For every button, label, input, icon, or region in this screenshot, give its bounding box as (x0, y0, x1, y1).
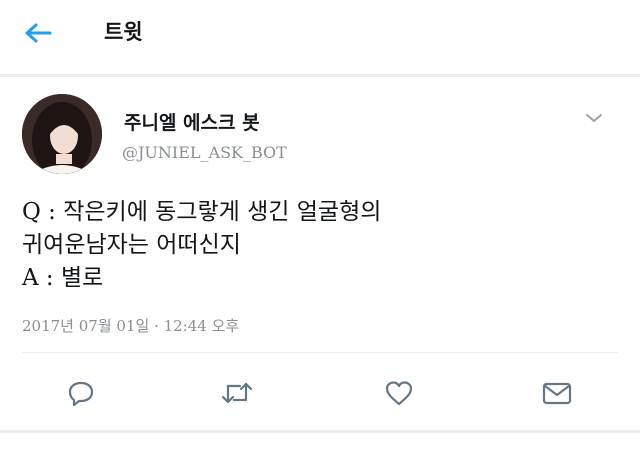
envelope-icon (542, 382, 572, 405)
more-options-button[interactable] (582, 108, 606, 128)
retweet-button[interactable] (220, 376, 254, 410)
tweet-timestamp: 2017년 07월 01일 · 12:44 오후 (22, 317, 240, 335)
heart-icon (385, 381, 413, 406)
reply-icon (68, 381, 94, 407)
content-divider (22, 352, 618, 353)
page-title: 트윗 (104, 20, 143, 44)
tweet-text-line: 귀여운남자는 어떠신지 (22, 232, 241, 258)
avatar-photo (22, 94, 102, 174)
reply-button[interactable] (64, 376, 98, 410)
tweet-text: Q : 작은키에 동그랗게 생긴 얼굴형의 귀여운남자는 어떠신지 A : 별로 (22, 196, 602, 295)
share-button[interactable] (540, 376, 574, 410)
retweet-icon (221, 382, 253, 404)
avatar[interactable] (22, 94, 102, 174)
chevron-down-icon (586, 114, 602, 122)
bottom-divider (0, 430, 640, 433)
author-name[interactable]: 주니엘 에스크 봇 (124, 110, 260, 136)
like-button[interactable] (382, 376, 416, 410)
arrow-left-icon (25, 23, 52, 43)
header-divider (0, 74, 640, 77)
author-handle[interactable]: @JUNIEL_ASK_BOT (122, 142, 287, 164)
top-bar: 트윗 (0, 0, 640, 74)
tweet-text-line: A : 별로 (22, 265, 104, 291)
tweet-text-line: Q : 작은키에 동그랗게 생긴 얼굴형의 (22, 199, 382, 225)
back-button[interactable] (18, 18, 58, 48)
